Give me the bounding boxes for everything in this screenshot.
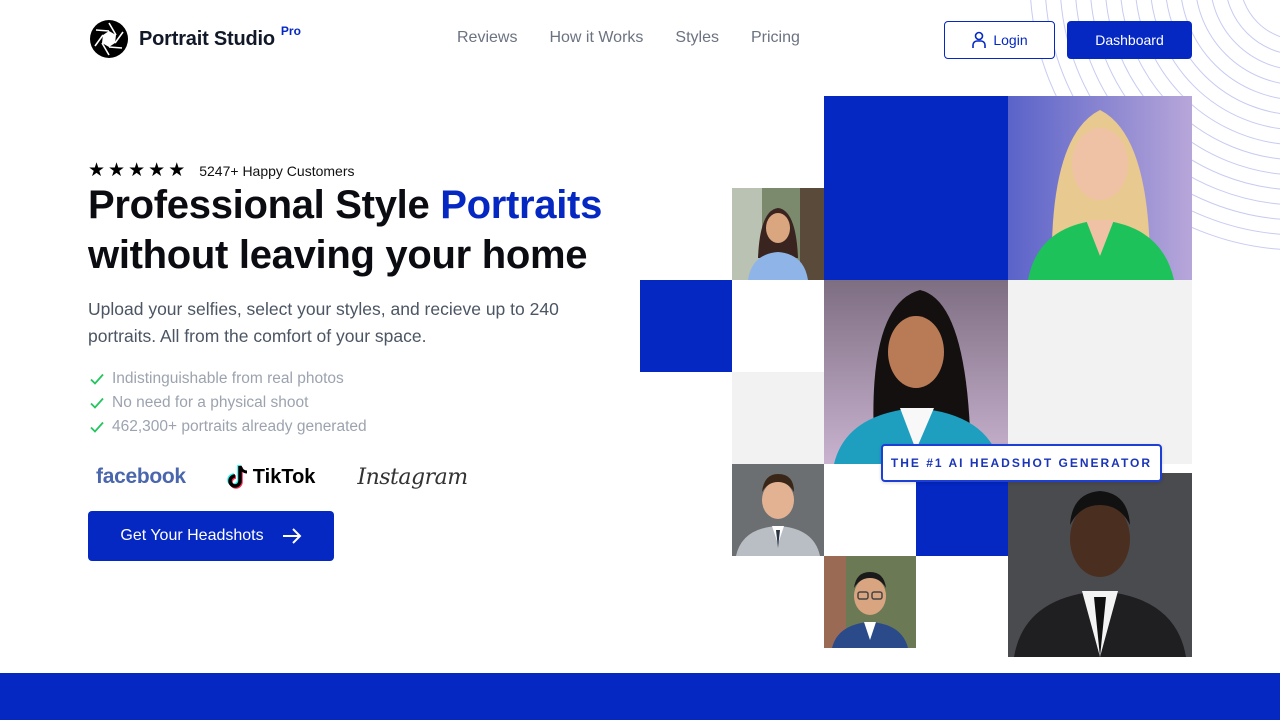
- hero-title-line2: without leaving your home: [88, 233, 588, 277]
- customer-rating: ★ ★ ★ ★ ★ 5247+ Happy Customers: [88, 159, 355, 182]
- blue-tile: [640, 280, 732, 372]
- arrow-right-icon: [282, 528, 302, 544]
- blue-tile: [824, 96, 1008, 280]
- nav-pricing[interactable]: Pricing: [751, 29, 800, 47]
- check-icon: [90, 397, 104, 409]
- star-icon: ★: [148, 160, 166, 181]
- headshot-generator-badge: THE #1 AI HEADSHOT GENERATOR: [881, 444, 1162, 482]
- brand-name: Portrait Studio: [139, 27, 275, 50]
- hero-title-accent: Portraits: [440, 183, 603, 227]
- star-rating: ★ ★ ★ ★ ★: [88, 159, 185, 182]
- check-icon: [90, 373, 104, 385]
- photo-man-glasses: [824, 556, 916, 648]
- login-label: Login: [993, 32, 1028, 48]
- dashboard-label: Dashboard: [1095, 32, 1164, 48]
- photo-woman-blue-shirt: [732, 188, 824, 280]
- tiktok-icon: [227, 465, 247, 489]
- get-headshots-button[interactable]: Get Your Headshots: [88, 511, 334, 561]
- check-icon: [90, 421, 104, 433]
- portrait-image: [824, 556, 916, 648]
- user-icon: [972, 31, 987, 48]
- hero-title-part1: Professional Style: [88, 183, 441, 227]
- brand-logo[interactable]: Portrait Studio Pro: [89, 19, 301, 59]
- nav-how-it-works[interactable]: How it Works: [549, 29, 643, 47]
- login-button[interactable]: Login: [944, 21, 1055, 59]
- gray-tile: [1008, 280, 1192, 464]
- star-icon: ★: [168, 160, 186, 181]
- hero-title: Professional Style Portraits without lea…: [88, 180, 602, 280]
- portrait-image: [1008, 96, 1192, 280]
- photo-woman-green-blazer: [1008, 96, 1192, 280]
- aperture-icon: [90, 20, 128, 58]
- star-icon: ★: [88, 160, 106, 181]
- portrait-image: [732, 188, 824, 280]
- portrait-image: [824, 280, 1008, 464]
- brand-pro-badge: Pro: [280, 24, 301, 38]
- hero-subtitle: Upload your selfies, select your styles,…: [88, 299, 559, 346]
- instagram-logo: Instagram: [357, 464, 468, 490]
- feature-list: Indistinguishable from real photos No ne…: [88, 367, 367, 439]
- photo-man-gray-suit: [732, 464, 824, 556]
- dashboard-button[interactable]: Dashboard: [1067, 21, 1192, 59]
- feature-item: 462,300+ portraits already generated: [88, 415, 367, 439]
- feature-text: No need for a physical shoot: [112, 394, 309, 411]
- nav-reviews[interactable]: Reviews: [457, 29, 517, 47]
- featured-on-logos: facebook TikTok Instagram: [96, 458, 468, 496]
- tiktok-label: TikTok: [252, 465, 316, 488]
- gray-tile: [732, 372, 824, 464]
- main-nav: Reviews How it Works Styles Pricing: [457, 29, 800, 47]
- tiktok-logo: TikTok: [226, 463, 316, 491]
- nav-styles[interactable]: Styles: [675, 29, 719, 47]
- photo-man-black-suit: [1008, 473, 1192, 657]
- feature-text: 462,300+ portraits already generated: [112, 418, 367, 435]
- star-icon: ★: [108, 160, 126, 181]
- photo-woman-teal-blazer: [824, 280, 1008, 464]
- portrait-image: [1008, 473, 1192, 657]
- customer-count: 5247+ Happy Customers: [199, 162, 355, 179]
- site-header: Portrait Studio Pro Reviews How it Works…: [0, 0, 1280, 80]
- portrait-image: [732, 464, 824, 556]
- star-icon: ★: [128, 160, 146, 181]
- feature-text: Indistinguishable from real photos: [112, 370, 344, 387]
- feature-item: Indistinguishable from real photos: [88, 367, 367, 391]
- facebook-logo: facebook: [96, 465, 186, 488]
- next-section-band: [0, 673, 1280, 720]
- cta-label: Get Your Headshots: [120, 527, 264, 544]
- feature-item: No need for a physical shoot: [88, 391, 367, 415]
